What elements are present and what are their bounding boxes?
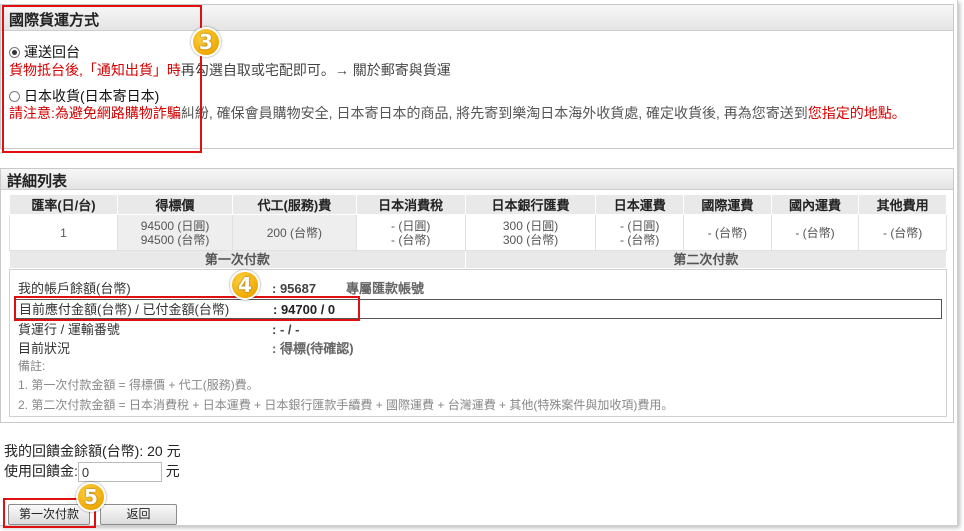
rebate-area: 我的回饋金餘額(台幣): 20 元 使用回饋金: 元 — [4, 442, 181, 483]
fee-column-header: 日本消費稅 — [355, 194, 466, 215]
back-button[interactable]: 返回 — [100, 504, 177, 525]
status-label: 目前狀況 — [18, 341, 71, 356]
fee-cell: 94500 (日圓) 94500 (台幣) — [116, 214, 234, 251]
annotation-box-4 — [14, 296, 360, 321]
annotation-box-3 — [2, 5, 202, 153]
shipping-info-link[interactable]: 再勾選自取或宅配即可。→ 關於郵寄與貨運 — [181, 62, 451, 78]
fee-column-header: 國內運費 — [770, 194, 860, 215]
fee-table-header-row: 匯率(日/台) 得標價 代工(服務)費 日本消費稅 日本銀行匯費 日本運費 國際運費 國內運費… — [9, 194, 947, 215]
second-payment-label: 第二次付款 — [464, 250, 948, 269]
fee-table: 匯率(日/台) 得標價 代工(服務)費 日本消費稅 日本銀行匯費 日本運費 國際運費 國內運費… — [9, 194, 948, 269]
step-badge-3: 3 — [191, 27, 221, 57]
fee-cell-line: 94500 (日圓) — [140, 218, 210, 233]
first-payment-label: 第一次付款 — [9, 250, 466, 269]
warning-red-text-end: 您指定的地點。 — [807, 105, 906, 121]
detail-list-header: 詳細列表 — [1, 169, 953, 190]
carrier-label: 貨運行 / 運輸番號 — [18, 322, 120, 337]
carrier-row: 貨運行 / 運輸番號 : - / - — [14, 321, 942, 338]
account-balance-value: : 95687 — [272, 281, 317, 296]
fee-cell-line: 300 (台幣) — [502, 232, 559, 247]
fee-cell-line: 94500 (台幣) — [140, 232, 210, 247]
fee-cell: - (日圓) - (台幣) — [595, 214, 685, 251]
fee-cell-line: - (台幣) — [620, 232, 660, 247]
use-rebate-row: 使用回饋金: 元 — [4, 462, 181, 483]
fee-cell: - (台幣) — [770, 214, 860, 251]
fee-cell-line: 1 — [60, 225, 67, 240]
step-badge-5: 5 — [76, 482, 106, 512]
fee-column-header: 國際運費 — [683, 194, 772, 215]
fee-cell: 200 (台幣) — [232, 214, 357, 251]
fee-column-header: 日本銀行匯費 — [464, 194, 597, 215]
fee-cell-line: - (台幣) — [707, 225, 747, 240]
fee-cell-line: - (台幣) — [795, 225, 835, 240]
fee-column-header: 匯率(日/台) — [9, 194, 118, 215]
fee-cell-line: - (台幣) — [391, 232, 431, 247]
fee-column-header: 得標價 — [116, 194, 234, 215]
fee-cell: - (台幣) — [683, 214, 772, 251]
fee-cell-line: - (日圓) — [620, 218, 660, 233]
account-balance-row: 我的帳戶餘額(台幣) : 95687 專屬匯款帳號 — [14, 280, 942, 297]
remark-line-1: 1. 第一次付款金額 = 得標價 + 代工(服務)費。 — [18, 378, 259, 392]
use-rebate-label: 使用回饋金: — [4, 463, 78, 479]
status-value: : 得標(待確認) — [272, 341, 354, 356]
payment-info-box: 我的帳戶餘額(台幣) : 95687 專屬匯款帳號 目前應付金額(台幣) / 已… — [9, 269, 947, 417]
use-rebate-input[interactable] — [77, 462, 162, 483]
fee-cell: - (台幣) — [858, 214, 947, 251]
fee-cell-line: 200 (台幣) — [266, 225, 323, 240]
remark-line-2: 2. 第二次付款金額 = 日本消費稅 + 日本運費 + 日本銀行匯款手續費 + … — [18, 398, 674, 412]
fee-cell-line: 300 (日圓) — [502, 218, 559, 233]
remark-title: 備註: — [18, 359, 46, 373]
fee-column-header: 其他費用 — [858, 194, 947, 215]
fee-column-header: 代工(服務)費 — [232, 194, 357, 215]
fee-cell: - (日圓) - (台幣) — [355, 214, 466, 251]
use-rebate-unit: 元 — [165, 463, 180, 479]
fee-column-header: 日本運費 — [595, 194, 685, 215]
fee-table-row: 1 94500 (日圓) 94500 (台幣) 200 (台幣) - (日圓) - (台幣… — [9, 214, 947, 251]
remittance-account-link[interactable]: 專屬匯款帳號 — [346, 280, 424, 297]
fee-cell-line: - (日圓) — [391, 218, 431, 233]
fee-cell-line: - (台幣) — [882, 225, 923, 240]
fee-cell: 1 — [9, 214, 118, 251]
warning-text: 糾紛, 確保會員購物安全, 日本寄日本的商品, 將先寄到樂淘日本海外收貨處, 確… — [180, 105, 808, 121]
rebate-balance: 我的回饋金餘額(台幣): 20 元 — [4, 443, 181, 459]
account-balance-label: 我的帳戶餘額(台幣) — [18, 281, 131, 296]
fee-cell: 300 (日圓) 300 (台幣) — [464, 214, 597, 251]
step-badge-4: 4 — [230, 270, 260, 300]
status-row: 目前狀況 : 得標(待確認) — [14, 340, 942, 357]
carrier-value: : - / - — [272, 322, 300, 337]
